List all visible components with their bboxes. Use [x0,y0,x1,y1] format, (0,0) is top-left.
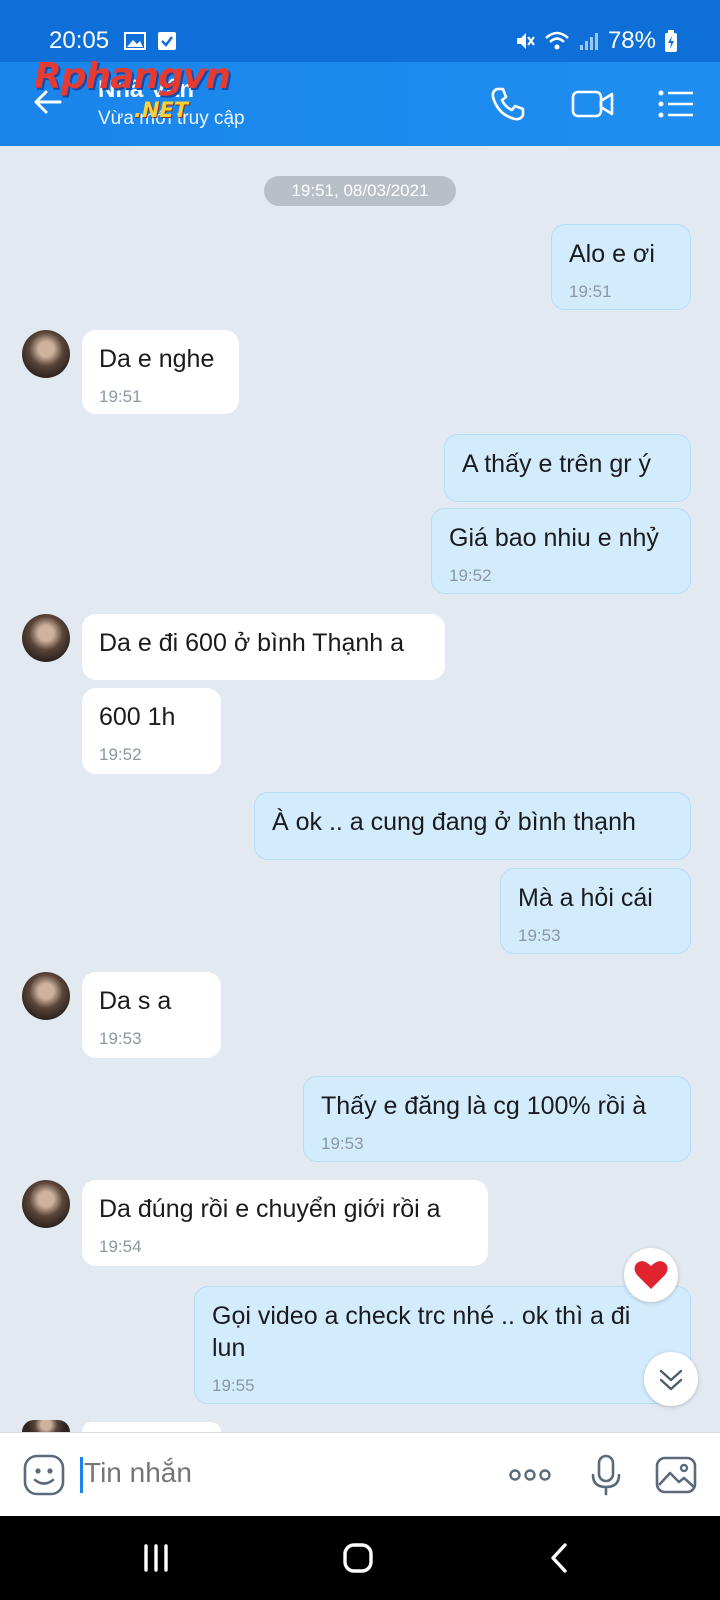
message-time: 19:53 [321,1134,364,1153]
status-right: 78% [514,27,678,55]
message-text: Da e đi 600 ở bình Thạnh a [99,629,405,657]
message-bubble-sent[interactable]: À ok .. a cung đang ở bình thạnh [254,792,691,860]
message-time: 19:51 [99,387,142,406]
message-bubble-sent[interactable]: Gọi video a check trc nhé .. ok thì a đi… [194,1286,691,1404]
more-options-icon[interactable] [506,1453,554,1497]
message-bubble-sent[interactable]: A thấy e trên gr ý [444,434,691,502]
heart-icon [634,1261,668,1289]
message-text: Giá bao nhiu e nhỷ [449,524,659,552]
image-gallery-icon[interactable] [654,1453,698,1497]
phone-icon[interactable] [488,84,528,124]
signal-icon [579,33,598,50]
message-text: 600 1h [99,703,176,731]
message-bubble-sent[interactable]: Thấy e đăng là cg 100% rồi à 19:53 [303,1076,691,1162]
message-text: Thấy e đăng là cg 100% rồi à [321,1092,647,1120]
home-icon[interactable] [340,1540,376,1576]
message-bubble-received[interactable]: Da s a 19:53 [82,972,221,1058]
avatar[interactable] [22,972,70,1020]
message-input-bar [0,1432,720,1517]
watermark-logo-sub: .NET [134,98,189,122]
status-time: 20:05 [49,27,110,54]
battery-percent: 78% [607,27,656,54]
status-bar: 20:05 78% [0,0,720,62]
message-time: 19:52 [449,566,492,585]
message-input[interactable] [84,1457,464,1489]
message-text: Alo e ơi [569,240,655,268]
message-text: Da s a [99,987,172,1015]
microphone-icon[interactable] [584,1453,628,1497]
wifi-icon [545,31,569,50]
message-bubble-partial [82,1422,221,1432]
mute-icon [516,33,535,49]
text-cursor [80,1457,83,1493]
message-bubble-sent[interactable]: Giá bao nhiu e nhỷ 19:52 [431,508,691,594]
checkbox-icon [158,32,176,50]
message-text: Da đúng rồi e chuyển giới rồi a [99,1195,441,1223]
message-time: 19:51 [569,282,612,301]
watermark-logo: Rphangvn [34,56,231,97]
message-bubble-sent[interactable]: Mà a hỏi cái 19:53 [500,868,691,954]
menu-list-icon[interactable] [656,84,696,124]
battery-charging-icon [665,30,677,52]
message-text: À ok .. a cung đang ở bình thạnh [272,808,636,836]
message-time: 19:55 [212,1376,255,1395]
avatar[interactable] [22,1180,70,1228]
reaction-button[interactable] [624,1248,678,1302]
sticker-emoji-icon[interactable] [22,1453,66,1497]
avatar [22,1420,70,1432]
message-text: Da e nghe [99,345,215,373]
message-text-line2: lun [212,1334,246,1362]
message-time: 19:54 [99,1237,142,1256]
avatar[interactable] [22,330,70,378]
gallery-icon [124,32,146,50]
message-bubble-received[interactable]: Da đúng rồi e chuyển giới rồi a 19:54 [82,1180,488,1266]
double-chevron-down-icon [659,1369,683,1391]
avatar[interactable] [22,614,70,662]
back-icon[interactable] [542,1540,578,1576]
scroll-to-bottom-button[interactable] [644,1352,698,1406]
message-bubble-received[interactable]: Da e nghe 19:51 [82,330,239,414]
message-time: 19:52 [99,745,142,764]
message-text: Mà a hỏi cái [518,884,653,912]
message-bubble-received[interactable]: Da e đi 600 ở bình Thạnh a [82,614,445,680]
recent-apps-icon[interactable] [138,1540,174,1576]
message-bubble-sent[interactable]: Alo e ơi 19:51 [551,224,691,310]
system-nav-bar [0,1516,720,1600]
message-bubble-received[interactable]: 600 1h 19:52 [82,688,221,774]
message-time: 19:53 [518,926,561,945]
message-text: A thấy e trên gr ý [462,450,651,478]
message-time: 19:53 [99,1029,142,1048]
message-text: Gọi video a check trc nhé .. ok thì a đi [212,1302,631,1330]
date-separator: 19:51, 08/03/2021 [264,176,456,206]
video-camera-icon[interactable] [570,84,616,124]
